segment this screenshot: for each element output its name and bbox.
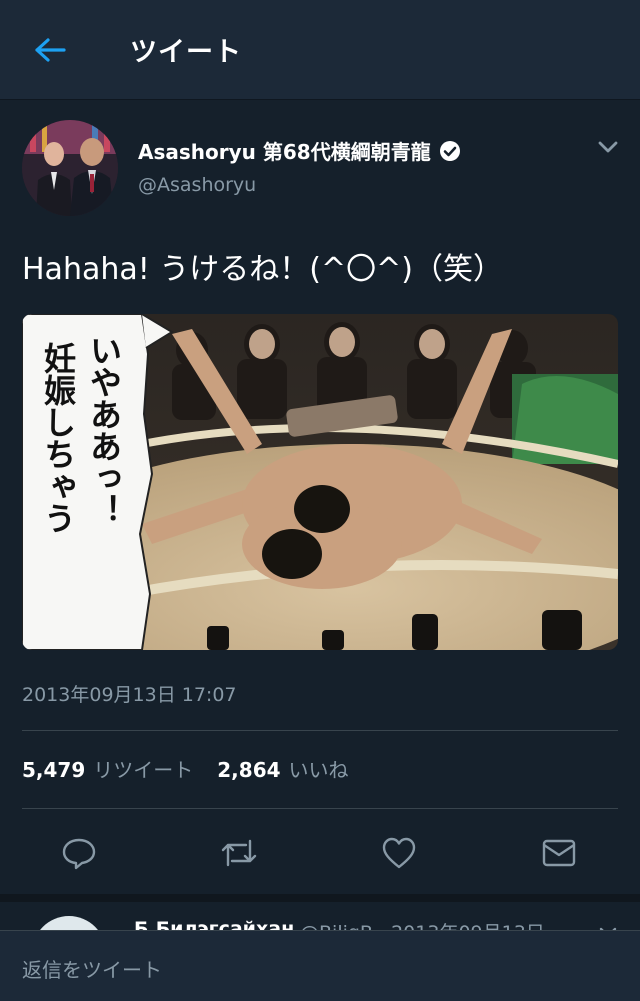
speech-bubble-text-1: いやああっ！ (85, 334, 123, 526)
retweet-icon (221, 839, 257, 867)
author-name[interactable]: Asashoryu 第68代横綱朝青龍 (138, 136, 461, 165)
speech-bubble-text-2: 妊娠しちゃう (39, 342, 77, 534)
like-button[interactable] (376, 830, 422, 876)
retweet-button[interactable] (216, 830, 262, 876)
reply-input[interactable] (22, 955, 618, 985)
retweet-count[interactable]: 5,479 リツイート (22, 754, 193, 783)
verified-badge-icon (439, 140, 460, 161)
tweet-stats: 5,479 リツイート 2,864 いいね (22, 754, 349, 783)
author-display-name: Asashoryu 第68代横綱朝青龍 (138, 140, 431, 164)
arrow-left-icon (35, 38, 66, 62)
tweet-actions (0, 830, 640, 876)
avatar-image (22, 120, 118, 216)
divider (22, 730, 618, 731)
tweet-media-image[interactable]: いやああっ！ 妊娠しちゃう (22, 314, 618, 650)
divider (22, 808, 618, 809)
share-mail-icon (542, 839, 576, 867)
like-icon (382, 837, 416, 869)
tweet-text: Hahaha! うけるね！(^〇^)（笑） (22, 252, 503, 287)
back-button[interactable] (28, 32, 72, 68)
share-button[interactable] (536, 830, 582, 876)
reply-compose-bar (0, 930, 640, 1001)
reply-button[interactable] (56, 830, 102, 876)
section-separator (0, 894, 640, 902)
page-title: ツイート (130, 37, 242, 68)
reply-icon (62, 838, 96, 870)
avatar[interactable] (22, 120, 118, 216)
tweet-timestamp[interactable]: 2013年09月13日 17:07 (22, 680, 237, 707)
like-count[interactable]: 2,864 いいね (217, 754, 348, 783)
chevron-down-icon[interactable] (596, 138, 620, 156)
author-handle[interactable]: @Asashoryu (138, 174, 256, 196)
top-bar: ツイート (0, 0, 640, 100)
